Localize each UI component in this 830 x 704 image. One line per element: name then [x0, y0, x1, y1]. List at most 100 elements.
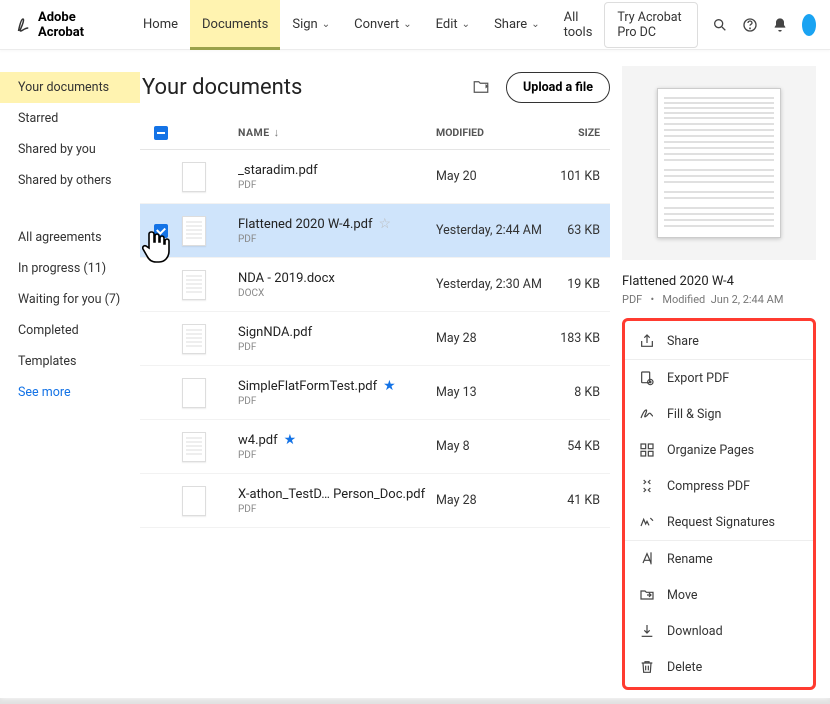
file-thumbnail	[182, 270, 206, 300]
file-modified: Yesterday, 2:30 AM	[436, 277, 548, 292]
table-row[interactable]: w4.pdf★PDFMay 854 KB	[140, 420, 610, 474]
row-checkbox[interactable]	[154, 224, 168, 238]
chevron-down-icon: ⌄	[403, 19, 411, 30]
file-size: 41 KB	[548, 493, 610, 508]
detail-title: Flattened 2020 W-4	[622, 274, 816, 289]
file-type: PDF	[238, 234, 436, 245]
action-organize-pages[interactable]: Organize Pages	[625, 432, 813, 468]
file-name: SignNDA.pdf	[238, 325, 312, 340]
table-row[interactable]: Flattened 2020 W-4.pdf ☆ PDFYesterday, 2:4…	[140, 204, 610, 258]
grid-icon	[639, 442, 655, 458]
upload-file-button[interactable]: Upload a file	[506, 72, 610, 103]
file-thumbnail	[182, 324, 206, 354]
sidebar-item-completed[interactable]: Completed	[0, 315, 140, 346]
file-type: PDF	[238, 396, 436, 407]
row-checkbox[interactable]	[154, 494, 168, 508]
file-thumbnail	[182, 486, 206, 516]
file-rows: _staradim.pdfPDFMay 20101 KBFlattened 20…	[140, 150, 610, 528]
sidebar-item-in-progress[interactable]: In progress (11)	[0, 253, 140, 284]
preview-thumbnail	[657, 88, 781, 238]
chevron-down-icon: ⌄	[462, 19, 470, 30]
title-row: Your documents Upload a file	[140, 52, 610, 122]
sort-down-icon: ↓	[274, 126, 280, 139]
trash-icon	[639, 659, 655, 675]
file-size: 63 KB	[548, 223, 610, 238]
file-name: Flattened 2020 W-4.pdf	[238, 217, 373, 232]
sidebar-item-shared-by-you[interactable]: Shared by you	[0, 134, 140, 165]
row-checkbox[interactable]	[154, 278, 168, 292]
compress-icon	[639, 478, 655, 494]
file-preview[interactable]	[622, 66, 816, 260]
action-export-pdf[interactable]: Export PDF	[625, 360, 813, 396]
file-modified: May 28	[436, 493, 548, 508]
select-all-checkbox[interactable]	[154, 126, 168, 140]
row-checkbox[interactable]	[154, 440, 168, 454]
main-panel: Your documents Upload a file NAME ↓ MODI…	[140, 52, 610, 528]
sidebar-see-more[interactable]: See more	[0, 377, 140, 408]
column-name[interactable]: NAME ↓	[238, 126, 436, 139]
app-header: Adobe Acrobat Home Documents Sign⌄ Conve…	[0, 0, 830, 50]
sidebar-item-your-documents[interactable]: Your documents	[0, 72, 140, 103]
add-to-folder-icon[interactable]	[472, 78, 490, 96]
action-fill-sign[interactable]: Fill & Sign	[625, 396, 813, 432]
file-name: NDA - 2019.docx	[238, 271, 335, 286]
page-title: Your documents	[142, 75, 472, 100]
sidebar-item-templates[interactable]: Templates	[0, 346, 140, 377]
file-modified: Yesterday, 2:44 AM	[436, 223, 548, 238]
try-acrobat-button[interactable]: Try Acrobat Pro DC	[604, 2, 698, 48]
nav-convert[interactable]: Convert⌄	[342, 0, 424, 50]
sidebar-item-waiting-for-you[interactable]: Waiting for you (7)	[0, 284, 140, 315]
action-delete[interactable]: Delete	[625, 649, 813, 685]
star-icon[interactable]: ☆	[379, 216, 392, 232]
row-checkbox[interactable]	[154, 386, 168, 400]
bell-icon[interactable]	[772, 16, 788, 34]
chevron-down-icon: ⌄	[531, 19, 539, 30]
table-row[interactable]: X-athon_TestD… Person_Doc.pdfPDFMay 2841…	[140, 474, 610, 528]
help-icon[interactable]	[742, 16, 758, 34]
action-rename[interactable]: Rename	[625, 541, 813, 577]
file-modified: May 20	[436, 169, 548, 184]
search-icon[interactable]	[712, 16, 728, 34]
sidebar-item-starred[interactable]: Starred	[0, 103, 140, 134]
file-name: w4.pdf	[238, 433, 278, 448]
star-icon[interactable]: ★	[383, 378, 396, 394]
file-modified: May 8	[436, 439, 548, 454]
move-icon	[639, 587, 655, 603]
table-row[interactable]: _staradim.pdfPDFMay 20101 KB	[140, 150, 610, 204]
file-size: 8 KB	[548, 385, 610, 400]
avatar[interactable]	[802, 14, 816, 36]
file-size: 183 KB	[548, 331, 610, 346]
table-row[interactable]: SimpleFlatFormTest.pdf★PDFMay 138 KB	[140, 366, 610, 420]
nav-sign[interactable]: Sign⌄	[280, 0, 342, 50]
nav-share[interactable]: Share⌄	[482, 0, 552, 50]
download-icon	[639, 623, 655, 639]
table-row[interactable]: SignNDA.pdfPDFMay 28183 KB	[140, 312, 610, 366]
sidebar-item-shared-by-others[interactable]: Shared by others	[0, 165, 140, 196]
file-size: 19 KB	[548, 277, 610, 292]
star-icon[interactable]: ★	[284, 432, 297, 448]
table-header: NAME ↓ MODIFIED SIZE	[140, 122, 610, 150]
top-nav: Home Documents Sign⌄ Convert⌄ Edit⌄ Shar…	[131, 0, 604, 50]
column-modified[interactable]: MODIFIED	[436, 126, 548, 139]
action-compress-pdf[interactable]: Compress PDF	[625, 468, 813, 504]
nav-edit[interactable]: Edit⌄	[424, 0, 482, 50]
sidebar-item-all-agreements[interactable]: All agreements	[0, 222, 140, 253]
file-type: PDF	[238, 180, 436, 191]
action-request-signatures[interactable]: Request Signatures	[625, 504, 813, 540]
table-row[interactable]: NDA - 2019.docxDOCXYesterday, 2:30 AM19 …	[140, 258, 610, 312]
row-checkbox[interactable]	[154, 332, 168, 346]
file-thumbnail	[182, 432, 206, 462]
action-download[interactable]: Download	[625, 613, 813, 649]
nav-home[interactable]: Home	[131, 0, 190, 50]
row-checkbox[interactable]	[154, 170, 168, 184]
file-type: PDF	[238, 342, 436, 353]
brand-logo-wrap[interactable]: Adobe Acrobat	[14, 10, 103, 40]
chevron-down-icon: ⌄	[322, 19, 330, 30]
action-move[interactable]: Move	[625, 577, 813, 613]
column-size[interactable]: SIZE	[548, 126, 610, 139]
pen-icon	[639, 406, 655, 422]
nav-alltools[interactable]: All tools	[552, 0, 605, 50]
nav-documents[interactable]: Documents	[190, 0, 280, 50]
action-share[interactable]: Share	[625, 323, 813, 359]
actions-highlight-box: Share Export PDF Fill & Sign Organize Pa…	[622, 318, 816, 690]
